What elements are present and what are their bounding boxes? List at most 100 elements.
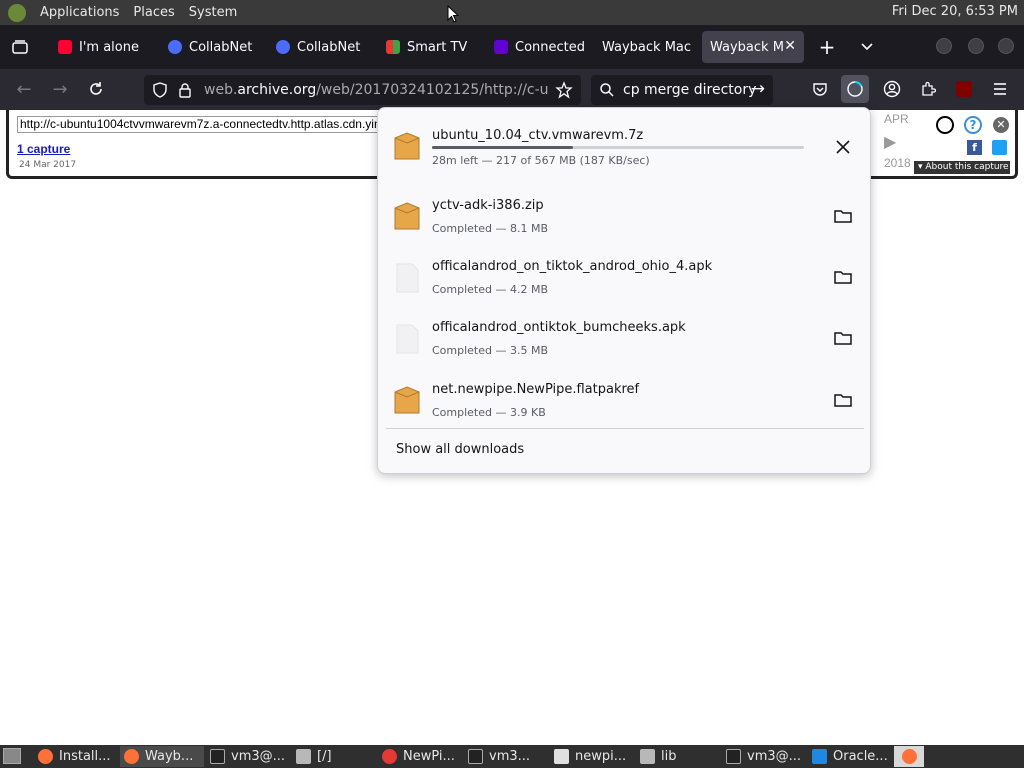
downloads-button[interactable] bbox=[841, 75, 869, 103]
terminal-icon bbox=[726, 749, 741, 764]
taskbar-item[interactable]: Install... bbox=[34, 746, 118, 767]
search-bar[interactable]: cp merge directory → bbox=[591, 75, 773, 105]
download-filename: net.newpipe.NewPipe.flatpakref bbox=[432, 382, 640, 397]
url-text: web.archive.org/web/20170324102125/http:… bbox=[204, 82, 549, 98]
tracking-protection-shield-icon[interactable] bbox=[152, 82, 168, 98]
folder-icon bbox=[640, 749, 655, 764]
download-item[interactable]: officalandrod_ontiktok_bumcheeks.apk Com… bbox=[378, 310, 872, 370]
tab-4[interactable]: Smart TV bbox=[378, 31, 478, 63]
puzzle-icon bbox=[922, 81, 936, 96]
tab-overview-button[interactable] bbox=[6, 33, 34, 61]
taskbar-item-active[interactable]: Wayb... bbox=[120, 746, 204, 767]
list-all-tabs-button[interactable] bbox=[853, 33, 881, 61]
download-filename: yctv-adk-i386.zip bbox=[432, 198, 544, 213]
folder-icon[interactable] bbox=[834, 392, 852, 408]
folder-icon[interactable] bbox=[834, 269, 852, 285]
taskbar-item[interactable]: NewPi... bbox=[378, 746, 462, 767]
reload-button[interactable] bbox=[82, 75, 110, 103]
about-capture-button[interactable]: ▾ About this capture bbox=[914, 161, 1010, 174]
menu-system[interactable]: System bbox=[189, 5, 237, 20]
calendar-month[interactable]: APR bbox=[884, 112, 909, 126]
clock[interactable]: Fri Dec 20, 6:53 PM bbox=[892, 4, 1018, 19]
calendar-year[interactable]: 2018 bbox=[884, 156, 911, 170]
download-status: Completed — 8.1 MB bbox=[432, 222, 549, 235]
back-button[interactable]: ← bbox=[10, 75, 38, 103]
window-minimize-button[interactable] bbox=[936, 38, 952, 54]
show-desktop-icon[interactable] bbox=[3, 748, 21, 764]
download-status: 28m left — 217 of 567 MB (187 KB/sec) bbox=[432, 154, 650, 167]
tab-3[interactable]: CollabNet bbox=[268, 31, 368, 63]
download-item[interactable]: ubuntu_10.04_ctv.vmwarevm.7z 28m left — … bbox=[378, 118, 872, 178]
smarttv-icon bbox=[386, 40, 400, 54]
taskbar-label: vm3... bbox=[489, 749, 531, 764]
archive-icon bbox=[394, 386, 420, 414]
youtube-icon bbox=[58, 40, 72, 54]
tab-label: CollabNet bbox=[189, 39, 253, 55]
twitter-icon[interactable] bbox=[992, 140, 1007, 155]
new-tab-button[interactable]: + bbox=[813, 33, 841, 61]
collabnet-icon bbox=[276, 40, 290, 54]
taskbar-label: Install... bbox=[59, 749, 111, 764]
window-maximize-button[interactable] bbox=[968, 38, 984, 54]
taskbar: Install... Wayb... vm3@... [/] NewPi... … bbox=[0, 745, 1024, 768]
taskbar-item[interactable]: [/] bbox=[292, 746, 376, 767]
newpipe-icon bbox=[382, 749, 397, 764]
tab-2[interactable]: CollabNet bbox=[160, 31, 260, 63]
yahoo-icon bbox=[494, 40, 508, 54]
virtualbox-icon bbox=[812, 749, 827, 764]
tab-7-active[interactable]: Wayback M ✕ bbox=[702, 31, 804, 63]
taskbar-item[interactable]: lib bbox=[636, 746, 720, 767]
download-item[interactable]: officalandrod_on_tiktok_androd_ohio_4.ap… bbox=[378, 249, 872, 309]
folder-icon bbox=[296, 749, 311, 764]
window-close-button[interactable] bbox=[998, 38, 1014, 54]
account-button[interactable] bbox=[878, 75, 906, 103]
show-all-downloads-button[interactable]: Show all downloads bbox=[396, 442, 524, 457]
url-path: /web/20170324102125/http://c-ubuntu bbox=[316, 82, 549, 98]
close-toolbar-icon[interactable]: ✕ bbox=[993, 117, 1009, 133]
url-bar[interactable]: web.archive.org/web/20170324102125/http:… bbox=[144, 75, 581, 105]
terminal-icon bbox=[468, 749, 483, 764]
wayback-url-input[interactable]: http://c-ubuntu1004ctvvmwarevm7z.a-conne… bbox=[17, 116, 387, 133]
tab-label: Wayback Mac bbox=[602, 39, 692, 55]
app-menu-button[interactable] bbox=[986, 75, 1014, 103]
search-go-arrow-icon[interactable]: → bbox=[751, 79, 765, 99]
taskbar-item[interactable]: newpi... bbox=[550, 746, 634, 767]
firefox-workspace-icon[interactable] bbox=[894, 746, 924, 767]
tab-6[interactable]: Wayback Mac bbox=[594, 31, 694, 63]
tab-label: Connected bbox=[515, 39, 586, 55]
tab-1[interactable]: I'm alone bbox=[50, 31, 150, 63]
lock-icon[interactable] bbox=[178, 82, 192, 98]
download-item[interactable]: net.newpipe.NewPipe.flatpakref Completed… bbox=[378, 372, 872, 432]
menu-applications[interactable]: Applications bbox=[40, 5, 119, 20]
forward-button[interactable]: → bbox=[46, 75, 74, 103]
folder-icon[interactable] bbox=[834, 330, 852, 346]
search-input[interactable]: cp merge directory bbox=[623, 82, 756, 98]
user-login-icon[interactable] bbox=[936, 116, 954, 134]
panel-divider bbox=[386, 428, 864, 429]
mouse-cursor-icon bbox=[447, 5, 459, 23]
distro-logo-icon[interactable] bbox=[8, 3, 26, 22]
bookmark-star-icon[interactable] bbox=[555, 81, 573, 99]
download-status: Completed — 3.5 MB bbox=[432, 344, 549, 357]
tab-close-icon[interactable]: ✕ bbox=[784, 38, 796, 54]
extensions-button[interactable] bbox=[914, 75, 942, 103]
help-icon[interactable]: ? bbox=[964, 116, 982, 134]
chevron-down-icon bbox=[861, 43, 873, 51]
folder-icon[interactable] bbox=[834, 208, 852, 224]
menu-places[interactable]: Places bbox=[133, 5, 174, 20]
tab-label: Wayback M bbox=[710, 39, 784, 55]
ublock-origin-button[interactable] bbox=[950, 75, 978, 103]
facebook-icon[interactable]: f bbox=[967, 140, 982, 155]
cancel-download-icon[interactable] bbox=[834, 138, 852, 156]
next-capture-arrow-icon[interactable]: ▶ bbox=[884, 132, 896, 151]
file-icon bbox=[396, 263, 419, 293]
taskbar-item[interactable]: vm3@... bbox=[206, 746, 290, 767]
download-item[interactable]: yctv-adk-i386.zip Completed — 8.1 MB bbox=[378, 188, 872, 248]
taskbar-item[interactable]: vm3@... bbox=[722, 746, 806, 767]
taskbar-item[interactable]: Oracle... bbox=[808, 746, 892, 767]
pocket-button[interactable] bbox=[806, 75, 834, 103]
taskbar-item[interactable]: vm3... bbox=[464, 746, 548, 767]
tab-5[interactable]: Connected bbox=[486, 31, 586, 63]
download-progress-icon bbox=[847, 81, 863, 97]
captures-link[interactable]: 1 capture bbox=[17, 142, 70, 156]
